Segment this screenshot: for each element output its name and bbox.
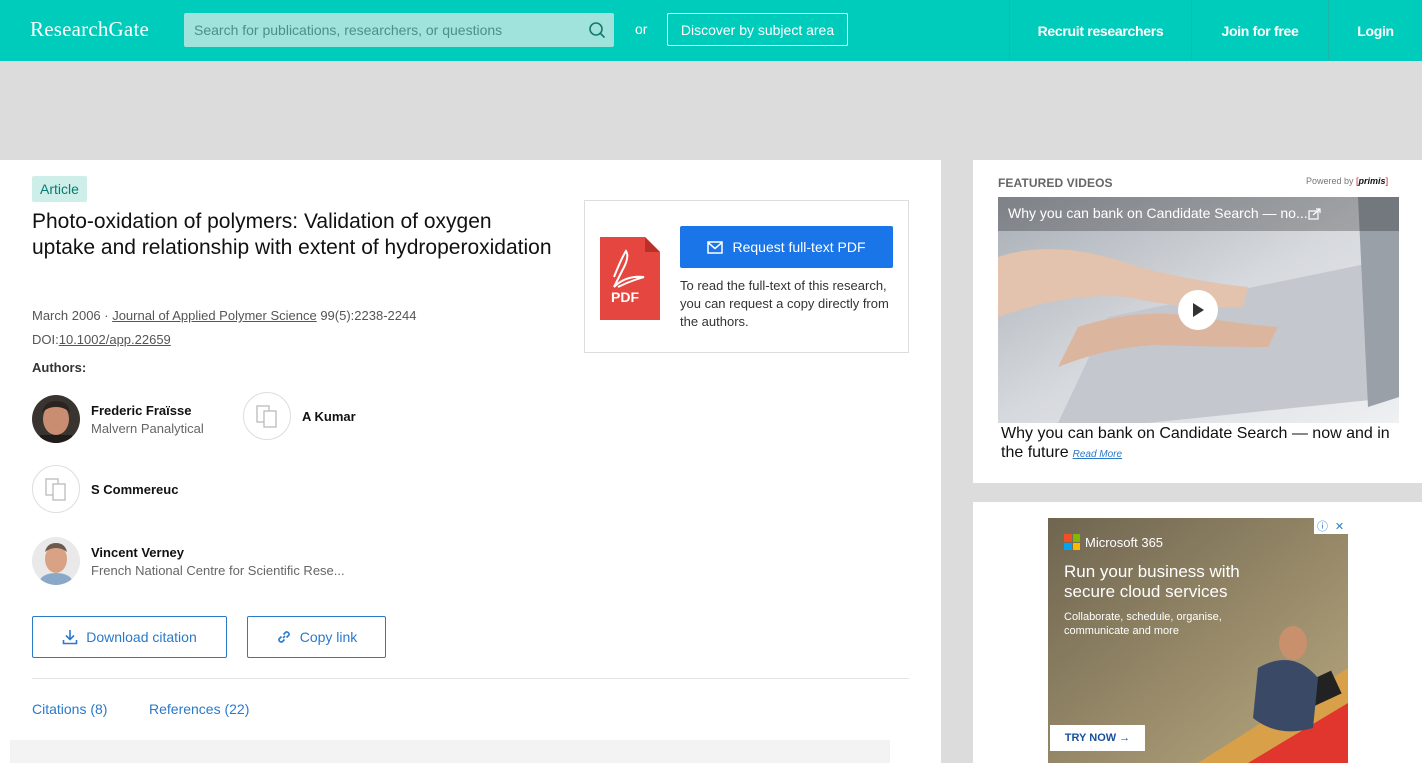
or-separator: or bbox=[635, 21, 648, 37]
featured-videos-heading: FEATURED VIDEOS bbox=[998, 176, 1113, 190]
tab-citations[interactable]: Citations (8) bbox=[32, 701, 107, 717]
ad-headline: Run your business with secure cloud serv… bbox=[1064, 562, 1240, 601]
ad-controls: ⓘ ✕ bbox=[1314, 518, 1348, 534]
request-fulltext-button[interactable]: Request full-text PDF bbox=[680, 226, 893, 268]
top-header: ResearchGate or Discover by subject area… bbox=[0, 0, 1422, 61]
play-button[interactable] bbox=[1178, 290, 1218, 330]
nav-recruit-researchers[interactable]: Recruit researchers bbox=[1009, 0, 1191, 61]
publication-date: March 2006 · bbox=[32, 308, 113, 323]
video-caption: Why you can bank on Candidate Search — n… bbox=[1001, 424, 1401, 464]
avatar[interactable] bbox=[32, 395, 80, 443]
request-fulltext-label: Request full-text PDF bbox=[732, 239, 866, 255]
copy-link-label: Copy link bbox=[299, 629, 358, 645]
journal-volume: 99(5):2238-2244 bbox=[316, 308, 417, 323]
avatar-placeholder-icon[interactable] bbox=[32, 465, 80, 513]
ad-info-icon[interactable]: ⓘ bbox=[1314, 518, 1331, 534]
ad-close-icon[interactable]: ✕ bbox=[1331, 518, 1348, 534]
microsoft-logo-icon bbox=[1064, 534, 1080, 550]
authors-heading: Authors: bbox=[32, 360, 87, 375]
ad-try-now-button[interactable]: TRY NOW → bbox=[1050, 725, 1145, 751]
link-icon bbox=[277, 631, 290, 643]
search-icon[interactable] bbox=[588, 21, 606, 39]
nav-join-for-free[interactable]: Join for free bbox=[1191, 0, 1328, 61]
download-icon bbox=[62, 630, 78, 645]
article-title: Photo-oxidation of polymers: Validation … bbox=[32, 210, 552, 259]
author-name[interactable]: Vincent Verney bbox=[91, 545, 345, 560]
search-bar[interactable] bbox=[184, 13, 614, 47]
author-card[interactable]: A Kumar bbox=[243, 392, 356, 440]
pdf-label: PDF bbox=[611, 289, 639, 305]
ad-subtext: Collaborate, schedule, organise, communi… bbox=[1064, 611, 1222, 637]
author-card[interactable]: Vincent Verney French National Centre fo… bbox=[32, 537, 345, 585]
share-icon[interactable] bbox=[1308, 207, 1321, 225]
pdf-file-icon: PDF bbox=[600, 237, 660, 325]
author-name[interactable]: Frederic Fraïsse bbox=[91, 403, 204, 418]
avatar-placeholder-icon[interactable] bbox=[243, 392, 291, 440]
discover-by-subject-button[interactable]: Discover by subject area bbox=[667, 13, 848, 46]
mail-icon bbox=[707, 240, 724, 254]
publication-meta: March 2006 · Journal of Applied Polymer … bbox=[32, 308, 416, 323]
header-nav: Recruit researchers Join for free Login bbox=[1009, 0, 1422, 61]
article-footer-strip bbox=[10, 740, 890, 763]
article-type-badge: Article bbox=[32, 176, 87, 202]
author-card[interactable]: Frederic Fraïsse Malvern Panalytical bbox=[32, 395, 204, 443]
author-affiliation[interactable]: French National Centre for Scientific Re… bbox=[91, 563, 345, 578]
doi-link[interactable]: 10.1002/app.22659 bbox=[59, 332, 171, 347]
powered-by-text: Powered by bbox=[1306, 176, 1357, 186]
ad-brand: Microsoft 365 bbox=[1085, 534, 1164, 550]
author-name[interactable]: A Kumar bbox=[302, 409, 356, 424]
avatar[interactable] bbox=[32, 537, 80, 585]
doi-label: DOI: bbox=[32, 332, 59, 347]
author-name[interactable]: S Commereuc bbox=[91, 482, 178, 497]
doi-line: DOI:10.1002/app.22659 bbox=[32, 332, 171, 347]
nav-login[interactable]: Login bbox=[1328, 0, 1422, 61]
tab-references[interactable]: References (22) bbox=[149, 701, 249, 717]
copy-link-button[interactable]: Copy link bbox=[247, 616, 386, 658]
download-citation-label: Download citation bbox=[86, 629, 197, 645]
search-input[interactable] bbox=[184, 13, 574, 47]
video-title[interactable]: Why you can bank on Candidate Search — n… bbox=[1008, 205, 1308, 221]
primis-logo: primis bbox=[1358, 176, 1386, 186]
author-card[interactable]: S Commereuc bbox=[32, 465, 178, 513]
journal-link[interactable]: Journal of Applied Polymer Science bbox=[112, 308, 317, 323]
author-affiliation[interactable]: Malvern Panalytical bbox=[91, 421, 204, 436]
ms-logo: Microsoft 365 bbox=[1064, 534, 1163, 550]
section-divider bbox=[32, 678, 909, 679]
request-description: To read the full-text of this research, … bbox=[680, 278, 889, 329]
powered-by[interactable]: Powered by [primis] bbox=[1306, 176, 1388, 186]
play-icon bbox=[1193, 303, 1204, 317]
video-caption-text: Why you can bank on Candidate Search — n… bbox=[1001, 425, 1390, 461]
read-more-link[interactable]: Read More bbox=[1073, 449, 1122, 460]
download-citation-button[interactable]: Download citation bbox=[32, 616, 227, 658]
researchgate-logo[interactable]: ResearchGate bbox=[30, 17, 149, 42]
